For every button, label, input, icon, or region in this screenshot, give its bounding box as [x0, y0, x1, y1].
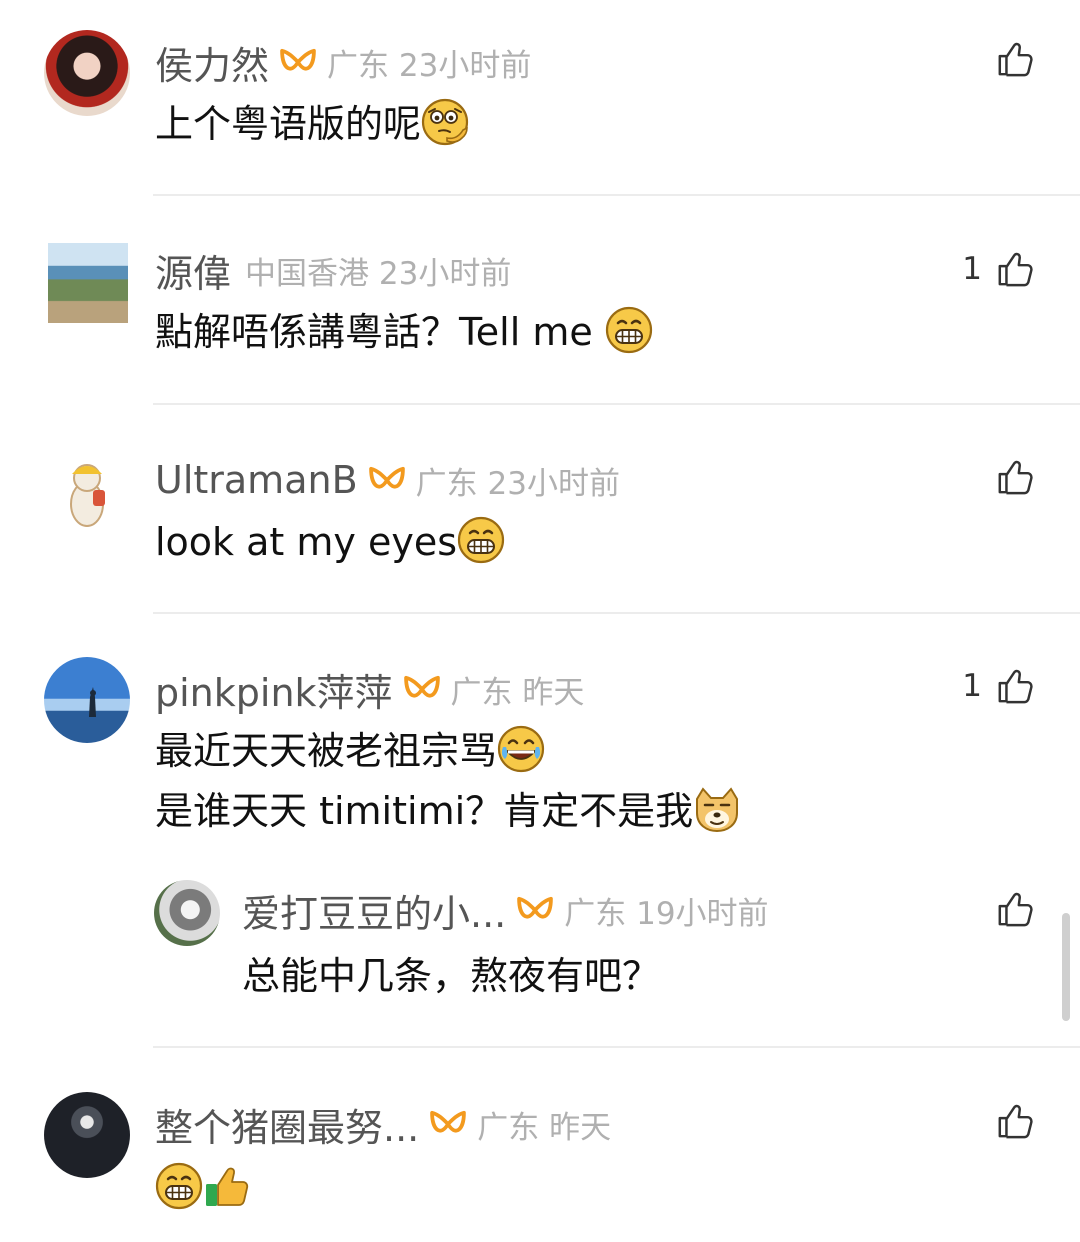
- thumbs-up-icon: [996, 667, 1034, 705]
- timestamp: 23小时前: [398, 47, 532, 84]
- username[interactable]: 源偉: [155, 243, 231, 298]
- grinning-emoji-icon: [605, 306, 653, 354]
- thumbs-up-icon: [996, 1102, 1034, 1140]
- comment-body: 总能中几条，熬夜有吧？: [242, 946, 660, 1006]
- location: 广东: [564, 895, 627, 932]
- thumbs-up-emoji-icon: [203, 1162, 251, 1210]
- avatar[interactable]: [44, 657, 130, 743]
- like-count: 1: [962, 251, 982, 287]
- comment-meta: pinkpink萍萍 广东 昨天: [155, 665, 585, 715]
- avatar[interactable]: [44, 448, 130, 534]
- divider: [153, 403, 1080, 405]
- username[interactable]: 整个猪圈最努...: [155, 1097, 419, 1152]
- avatar[interactable]: [154, 880, 220, 946]
- comment-text: look at my eyes: [155, 520, 458, 564]
- timestamp: 23小时前: [487, 465, 620, 502]
- location: 广东: [415, 465, 478, 502]
- like-button[interactable]: 1: [962, 250, 1034, 288]
- grinning-emoji-icon: [155, 1162, 203, 1210]
- vip-badge-icon: [368, 465, 406, 495]
- timestamp: 23小时前: [378, 255, 512, 292]
- divider: [153, 612, 1080, 614]
- comment-text-line2: 是谁天天 timitimi？肯定不是我: [155, 789, 694, 833]
- timestamp: 昨天: [522, 674, 585, 711]
- username[interactable]: pinkpink萍萍: [155, 662, 393, 717]
- vip-badge-icon: [516, 895, 554, 925]
- thumbs-up-icon: [996, 250, 1034, 288]
- comment-text: 點解唔係講粵話？Tell me: [155, 310, 593, 354]
- username[interactable]: UltramanB: [155, 458, 358, 502]
- comment-text: 最近天天被老祖宗骂: [155, 729, 498, 773]
- vip-badge-icon: [403, 674, 441, 704]
- timestamp: 昨天: [549, 1109, 612, 1146]
- avatar[interactable]: [44, 1092, 130, 1178]
- vip-badge-icon: [429, 1109, 467, 1139]
- comment-body: 上个粤语版的呢: [155, 94, 469, 154]
- comment-body: 點解唔係講粵話？Tell me: [155, 302, 653, 362]
- location: 中国香港: [245, 255, 370, 292]
- like-count: 1: [962, 668, 982, 704]
- comment-body: look at my eyes: [155, 512, 505, 572]
- comment-meta: 侯力然 广东 23小时前: [155, 38, 532, 88]
- divider: [153, 1046, 1080, 1048]
- grinning-emoji-icon: [457, 516, 505, 564]
- thumbs-up-icon: [996, 458, 1034, 496]
- thumbs-up-icon: [996, 40, 1034, 78]
- location: 广东: [450, 674, 513, 711]
- like-button[interactable]: [982, 458, 1034, 496]
- location: 广东: [477, 1109, 540, 1146]
- avatar[interactable]: [48, 243, 128, 323]
- doge-emoji-icon: [693, 785, 741, 833]
- laughing-tears-emoji-icon: [497, 725, 545, 773]
- divider: [153, 194, 1080, 196]
- comment-meta: 源偉 中国香港 23小时前: [155, 246, 512, 296]
- scrollbar[interactable]: [1062, 913, 1070, 1021]
- comment-text: 总能中几条，熬夜有吧？: [242, 954, 661, 998]
- username[interactable]: 侯力然: [155, 35, 269, 90]
- location: 广东: [327, 47, 390, 84]
- like-button[interactable]: 1: [962, 667, 1034, 705]
- like-button[interactable]: [982, 1102, 1034, 1140]
- like-button[interactable]: [982, 890, 1034, 928]
- comment-meta: 爱打豆豆的小... 广东 19小时前: [242, 886, 769, 936]
- comment-body: 最近天天被老祖宗骂 是谁天天 timitimi？肯定不是我: [155, 721, 741, 841]
- like-button[interactable]: [982, 40, 1034, 78]
- vip-badge-icon: [279, 47, 317, 77]
- comment-meta: 整个猪圈最努... 广东 昨天: [155, 1100, 612, 1150]
- timestamp: 19小时前: [636, 895, 769, 932]
- comment-text: 上个粤语版的呢: [155, 102, 422, 146]
- thinking-emoji-icon: [421, 98, 469, 146]
- thumbs-up-icon: [996, 890, 1034, 928]
- comment-meta: UltramanB 广东 23小时前: [155, 456, 620, 504]
- username[interactable]: 爱打豆豆的小...: [242, 883, 506, 938]
- comment-body: [155, 1158, 251, 1218]
- avatar[interactable]: [44, 30, 130, 116]
